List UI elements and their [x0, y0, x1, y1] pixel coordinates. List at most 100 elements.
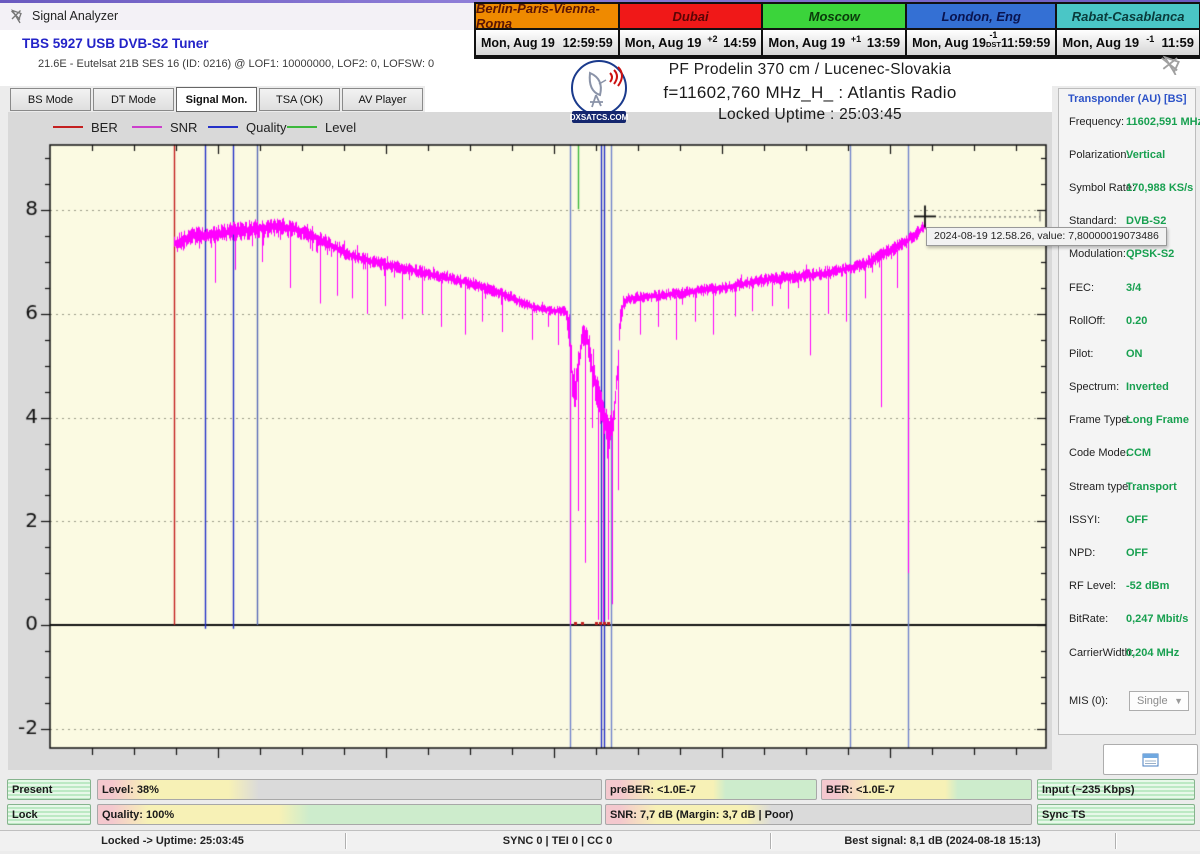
- indicator-input: Input (~235 Kbps): [1037, 779, 1195, 800]
- clock-date: Mon, Aug 19: [912, 36, 986, 50]
- antenna-app-icon: [9, 8, 25, 24]
- transponder-value: 0.20: [1126, 315, 1147, 327]
- clock-hms: 13:59: [867, 35, 900, 50]
- transponder-label: CarrierWidth:: [1069, 647, 1126, 659]
- statusbar-locked-uptime: Locked -> Uptime: 25:03:45: [0, 831, 345, 851]
- transponder-row-bitrate-: BitRate:0,247 Mbit/s: [1069, 603, 1193, 636]
- bar-ber: BER: <1.0E-7: [821, 779, 1032, 800]
- transponder-row-pilot-: Pilot:ON: [1069, 337, 1193, 370]
- indicator-sync: Sync TS: [1037, 804, 1195, 825]
- transponder-row-npd-: NPD:OFF: [1069, 536, 1193, 569]
- transponder-row-fec-: FEC:3/4: [1069, 271, 1193, 304]
- signal-chart-canvas[interactable]: [8, 112, 1052, 770]
- transponder-value: Inverted: [1126, 381, 1169, 393]
- tab-signal-mon-[interactable]: Signal Mon.: [176, 87, 257, 112]
- transponder-label: NPD:: [1069, 547, 1126, 559]
- transponder-row-rf-level-: RF Level:-52 dBm: [1069, 570, 1193, 603]
- clock-rabat-casablanca: Rabat-CasablancaMon, Aug 19-111:59: [1057, 4, 1199, 57]
- header-frequency-service: f=11602,760 MHz_H_ : Atlantis Radio: [600, 83, 1020, 103]
- clock-utc-offset: -1DST: [986, 31, 1001, 47]
- clock-london-eng: London, EngMon, Aug 19-1DST11:59:59: [907, 4, 1057, 57]
- transponder-row-rolloff-: RollOff:0.20: [1069, 304, 1193, 337]
- mis-selected-value: Single: [1137, 695, 1168, 707]
- transponder-row-frame-type-: Frame Type:Long Frame: [1069, 404, 1193, 437]
- legend-item-quality: Quality: [208, 119, 286, 135]
- legend-label: BER: [91, 120, 118, 135]
- transponder-value: Transport: [1126, 481, 1177, 493]
- transponder-panel-title: Transponder (AU) [BS]: [1068, 93, 1187, 105]
- mis-select[interactable]: Single ▼: [1129, 691, 1189, 711]
- transponder-value: DVB-S2: [1126, 215, 1166, 227]
- clock-time-cell: Mon, Aug 19+113:59: [763, 30, 905, 55]
- clock-hms: 14:59: [723, 35, 756, 50]
- transponder-rows: Frequency:11602,591 MHzPolarization:Vert…: [1069, 105, 1193, 669]
- legend-item-level: Level: [287, 119, 356, 135]
- transponder-row-issyi-: ISSYI:OFF: [1069, 503, 1193, 536]
- transponder-row-frequency-: Frequency:11602,591 MHz: [1069, 105, 1193, 138]
- transponder-label: RollOff:: [1069, 315, 1126, 327]
- transponder-row-spectrum-: Spectrum:Inverted: [1069, 371, 1193, 404]
- clock-date: Mon, Aug 19: [1062, 35, 1139, 50]
- clock-time-cell: Mon, Aug 19-1DST11:59:59: [907, 30, 1055, 55]
- world-clock-table: Berlin-Paris-Vienna-RomaMon, Aug 1912:59…: [474, 2, 1200, 59]
- legend-line-icon: [53, 126, 83, 128]
- transponder-label: RF Level:: [1069, 580, 1126, 592]
- transponder-value: Vertical: [1126, 149, 1165, 161]
- clock-city-label: London, Eng: [907, 4, 1055, 30]
- tab-tsa-ok-[interactable]: TSA (OK): [259, 88, 340, 111]
- transponder-row-symbol-rate-: Symbol Rate:170,988 KS/s: [1069, 171, 1193, 204]
- transponder-label: Frame Type:: [1069, 414, 1126, 426]
- clock-hms: 11:59: [1161, 35, 1194, 50]
- transponder-value: OFF: [1126, 514, 1148, 526]
- transponder-value: 0,204 MHz: [1126, 647, 1179, 659]
- transponder-value: 11602,591 MHz: [1126, 116, 1200, 128]
- clock-date: Mon, Aug 19: [768, 35, 845, 50]
- transponder-label: Frequency:: [1069, 116, 1126, 128]
- transponder-label: BitRate:: [1069, 613, 1126, 625]
- tab-dt-mode[interactable]: DT Mode: [93, 88, 174, 111]
- bar-snr: SNR: 7,7 dB (Margin: 3,7 dB | Poor): [605, 804, 1032, 825]
- clock-utc-offset: +2: [702, 35, 724, 43]
- window-list-icon: [1142, 753, 1159, 767]
- transponder-label: Modulation:: [1069, 248, 1126, 260]
- transponder-label: Standard:: [1069, 215, 1126, 227]
- legend-line-icon: [208, 126, 238, 128]
- statusbar-sync-counters: SYNC 0 | TEI 0 | CC 0: [345, 831, 770, 851]
- clock-moscow: MoscowMon, Aug 19+113:59: [763, 4, 907, 57]
- transponder-panel: Transponder (AU) [BS] Frequency:11602,59…: [1058, 88, 1196, 735]
- dxsatcs-logo: DXSATCS.COM: [570, 59, 628, 127]
- transponder-row-carrierwidth-: CarrierWidth:0,204 MHz: [1069, 636, 1193, 669]
- bar-quality: Quality: 100%: [97, 804, 602, 825]
- panel-action-button[interactable]: [1103, 744, 1198, 775]
- legend-line-icon: [287, 126, 317, 128]
- transponder-label: Code Mode:: [1069, 447, 1126, 459]
- legend-label: Level: [325, 120, 356, 135]
- clock-time-cell: Mon, Aug 19-111:59: [1057, 30, 1199, 55]
- tab-av-player[interactable]: AV Player: [342, 88, 423, 111]
- clock-utc-offset: +1: [845, 35, 867, 43]
- transponder-value: 170,988 KS/s: [1126, 182, 1193, 194]
- clock-city-label: Dubai: [620, 4, 762, 30]
- header-dish-location: PF Prodelin 370 cm / Lucenec-Slovakia: [600, 61, 1020, 79]
- statusbar: Locked -> Uptime: 25:03:45 SYNC 0 | TEI …: [0, 830, 1200, 851]
- transponder-label: Pilot:: [1069, 348, 1126, 360]
- tuner-subtitle: 21.6E - Eutelsat 21B SES 16 (ID: 0216) @…: [38, 58, 434, 70]
- chart-region: BER SNR Quality Level: [8, 112, 1052, 770]
- tab-bs-mode[interactable]: BS Mode: [10, 88, 91, 111]
- transponder-value: ON: [1126, 348, 1143, 360]
- transponder-value: 0,247 Mbit/s: [1126, 613, 1188, 625]
- transponder-row-code-mode-: Code Mode:CCM: [1069, 437, 1193, 470]
- transponder-value: OFF: [1126, 547, 1148, 559]
- station-header: PF Prodelin 370 cm / Lucenec-Slovakia f=…: [600, 61, 1020, 124]
- legend-label: SNR: [170, 120, 197, 135]
- transponder-row-polarization-: Polarization:Vertical: [1069, 138, 1193, 171]
- clock-date: Mon, Aug 19: [625, 35, 702, 50]
- transponder-label: Spectrum:: [1069, 381, 1126, 393]
- clock-berlin-paris-vienna-roma: Berlin-Paris-Vienna-RomaMon, Aug 1912:59…: [476, 4, 620, 57]
- mis-label: MIS (0):: [1069, 695, 1126, 707]
- transponder-label: Stream type:: [1069, 481, 1126, 493]
- clock-city-label: Berlin-Paris-Vienna-Roma: [476, 4, 618, 30]
- antenna-watermark-icon: [1158, 55, 1188, 75]
- chevron-down-icon: ▼: [1174, 696, 1183, 706]
- transponder-row-stream-type-: Stream type:Transport: [1069, 470, 1193, 503]
